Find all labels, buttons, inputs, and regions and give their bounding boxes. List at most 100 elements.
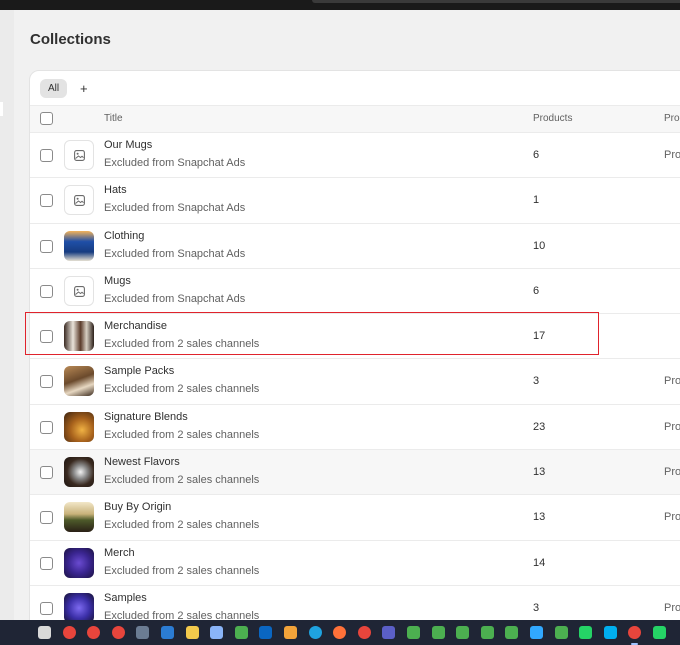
windows-taskbar — [0, 620, 680, 645]
app-icon[interactable] — [554, 626, 568, 639]
browser-top-bar — [0, 0, 680, 10]
row-checkbox[interactable] — [40, 556, 53, 570]
whatsapp-icon[interactable] — [579, 626, 593, 639]
photoshop-icon[interactable] — [530, 626, 543, 639]
collection-thumbnail — [64, 547, 94, 578]
column-title[interactable]: Title — [104, 113, 123, 124]
table-row[interactable]: Clothing Excluded from Snapchat Ads 10 — [30, 223, 680, 269]
collection-title[interactable]: Samples — [104, 592, 147, 604]
product-conditions-cell: Pro — [664, 375, 680, 388]
table-row[interactable]: Our Mugs Excluded from Snapchat Ads 6 Pro — [30, 133, 680, 179]
collection-title[interactable]: Newest Flavors — [104, 456, 180, 468]
notepad-icon[interactable] — [210, 626, 224, 639]
select-all-checkbox[interactable] — [40, 112, 53, 125]
collection-title[interactable]: Buy By Origin — [104, 501, 171, 513]
table-row[interactable]: Signature Blends Excluded from 2 sales ch… — [30, 404, 680, 451]
calculator-icon[interactable] — [136, 626, 150, 639]
app-icon[interactable] — [456, 626, 470, 639]
row-checkbox[interactable] — [40, 601, 53, 615]
table-row[interactable]: Merchandise Excluded from 2 sales channel… — [30, 314, 680, 360]
mail-icon[interactable] — [161, 626, 174, 639]
linkedin-icon[interactable] — [259, 626, 273, 639]
product-conditions-cell: Pro — [664, 511, 680, 524]
row-checkbox[interactable] — [40, 420, 53, 434]
collection-thumbnail — [64, 502, 94, 533]
column-product-conditions[interactable]: Prod — [664, 113, 680, 124]
products-count: 17 — [533, 330, 546, 343]
collection-thumbnail — [64, 321, 94, 352]
app-icon[interactable] — [480, 626, 494, 639]
left-sidebar-edge — [0, 10, 14, 620]
collection-title[interactable]: Merchandise — [104, 320, 167, 332]
medal-icon[interactable] — [284, 626, 297, 639]
address-bar-edge — [312, 0, 680, 3]
products-count: 3 — [533, 601, 540, 614]
column-products[interactable]: Products — [533, 113, 572, 124]
add-view-button[interactable]: + — [80, 79, 88, 98]
file-explorer-icon[interactable] — [185, 626, 199, 639]
products-count: 1 — [533, 194, 540, 207]
collection-title[interactable]: Clothing — [104, 230, 144, 242]
chrome-icon[interactable] — [628, 626, 642, 645]
table-header: Title Products Prod — [30, 105, 680, 133]
chrome-icon[interactable] — [111, 626, 125, 639]
chrome-icon[interactable] — [357, 626, 371, 639]
collection-thumbnail — [64, 366, 94, 397]
collections-card: All + Title Products Prod Our Mugs Exclud… — [29, 70, 680, 632]
image-placeholder-icon — [64, 140, 94, 170]
skype-icon[interactable] — [603, 626, 617, 639]
collection-availability: Excluded from 2 sales channels — [104, 428, 260, 441]
products-count: 10 — [533, 239, 546, 252]
products-count: 13 — [533, 466, 546, 479]
collection-thumbnail — [64, 457, 94, 488]
app-icon[interactable] — [431, 626, 445, 639]
tab-all[interactable]: All — [40, 79, 68, 98]
products-count: 13 — [533, 511, 546, 524]
row-checkbox[interactable] — [40, 466, 53, 480]
page-title: Collections — [30, 31, 111, 48]
collection-title[interactable]: Signature Blends — [104, 411, 188, 423]
app-icon[interactable] — [505, 626, 519, 639]
products-count: 14 — [533, 556, 546, 569]
product-conditions-cell: Pro — [664, 420, 680, 433]
collection-thumbnail — [64, 411, 94, 442]
table-row[interactable]: Hats Excluded from Snapchat Ads 1 — [30, 178, 680, 224]
edge-icon[interactable] — [308, 626, 322, 639]
collection-title[interactable]: Sample Packs — [104, 365, 174, 377]
product-conditions-cell: Pro — [664, 466, 680, 479]
collection-title[interactable]: Mugs — [104, 275, 131, 287]
collection-title[interactable]: Merch — [104, 547, 135, 559]
teams-icon[interactable] — [382, 626, 396, 639]
collection-availability: Excluded from 2 sales channels — [104, 564, 260, 577]
product-conditions-cell: Pro — [664, 149, 680, 161]
app-icon[interactable] — [407, 626, 420, 639]
row-checkbox[interactable] — [40, 375, 53, 389]
chrome-icon[interactable] — [62, 626, 76, 639]
table-row[interactable]: Sample Packs Excluded from 2 sales channe… — [30, 359, 680, 405]
row-checkbox[interactable] — [40, 330, 53, 344]
products-count: 3 — [533, 375, 540, 388]
table-row[interactable]: Buy By Origin Excluded from 2 sales chann… — [30, 495, 680, 541]
row-checkbox[interactable] — [40, 194, 53, 208]
collection-title[interactable]: Hats — [104, 184, 127, 196]
collection-availability: Excluded from 2 sales channels — [104, 383, 260, 396]
table-row[interactable]: Mugs Excluded from Snapchat Ads 6 — [30, 268, 680, 315]
collection-title[interactable]: Our Mugs — [104, 139, 152, 151]
row-checkbox[interactable] — [40, 149, 53, 162]
product-conditions-cell: Pro — [664, 601, 680, 614]
products-count: 6 — [533, 284, 540, 297]
chrome-icon[interactable] — [87, 626, 101, 639]
task-view-icon[interactable] — [38, 626, 51, 639]
row-checkbox[interactable] — [40, 239, 53, 253]
row-checkbox[interactable] — [40, 511, 53, 525]
collection-availability: Excluded from 2 sales channels — [104, 338, 260, 351]
collection-availability: Excluded from Snapchat Ads — [104, 202, 246, 215]
row-checkbox[interactable] — [40, 284, 53, 298]
image-placeholder-icon — [64, 275, 94, 306]
table-row[interactable]: Newest Flavors Excluded from 2 sales chan… — [30, 450, 680, 496]
app-icon[interactable] — [234, 626, 248, 639]
collection-thumbnail — [64, 230, 94, 261]
firefox-icon[interactable] — [333, 626, 347, 639]
table-row[interactable]: Merch Excluded from 2 sales channels 14 — [30, 540, 680, 586]
whatsapp-icon[interactable] — [653, 626, 666, 639]
